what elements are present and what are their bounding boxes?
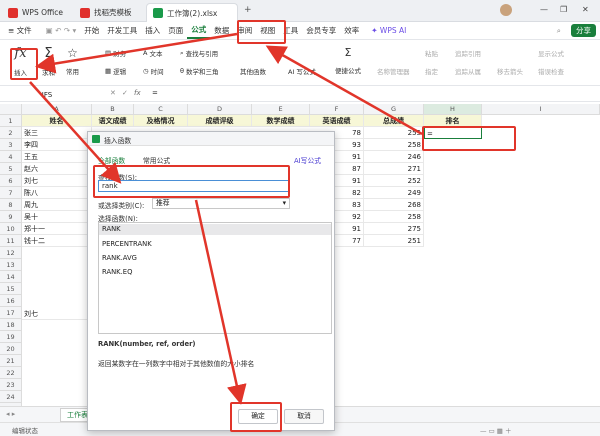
arrow-to-formula-tab bbox=[265, 45, 423, 136]
arrow-to-ok-button bbox=[194, 199, 247, 405]
arrow-to-insert-function bbox=[35, 32, 238, 74]
annotation-arrows bbox=[29, 32, 423, 405]
arrow-to-search-box bbox=[29, 81, 122, 184]
